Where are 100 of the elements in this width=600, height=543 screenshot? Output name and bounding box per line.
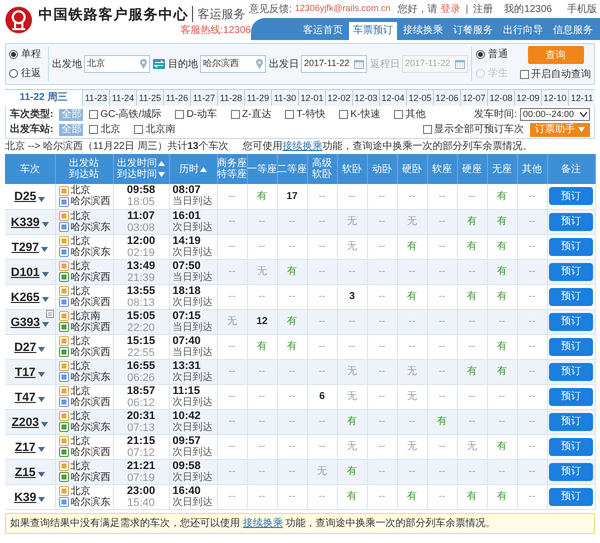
caret-icon[interactable] bbox=[38, 347, 46, 352]
train-number-link[interactable]: K39 bbox=[14, 488, 36, 506]
table-cell: -- bbox=[217, 284, 247, 309]
radio-option[interactable]: 普通 bbox=[476, 47, 511, 62]
mobile-link[interactable]: 手机版 bbox=[567, 2, 597, 16]
railway-logo bbox=[5, 5, 32, 35]
train-number-link[interactable]: T17 bbox=[14, 362, 36, 380]
book-button[interactable]: 预订 bbox=[549, 438, 593, 456]
date-tab[interactable]: 12-09 bbox=[514, 89, 541, 106]
checkbox-option[interactable]: T-特快 bbox=[285, 107, 326, 122]
checkbox-option[interactable]: GC-高铁/城际 bbox=[89, 107, 162, 122]
nav-tab[interactable]: 客运首页 bbox=[299, 22, 347, 40]
book-button[interactable]: 预订 bbox=[549, 312, 593, 330]
date-tab[interactable]: 11-27 bbox=[190, 89, 217, 106]
date-tab[interactable]: 12-04 bbox=[379, 89, 406, 106]
train-number-link[interactable]: D101 bbox=[10, 262, 40, 280]
train-number-link[interactable]: Z17 bbox=[14, 438, 36, 456]
date-tab[interactable]: 11-28 bbox=[217, 89, 244, 106]
date-tab[interactable]: 11-26 bbox=[163, 89, 190, 106]
transfer-link[interactable]: 接续换乘 bbox=[242, 518, 283, 528]
account-link[interactable]: 我的12306 bbox=[504, 2, 552, 16]
date-tab[interactable]: 12-11 bbox=[568, 89, 595, 106]
radio-option[interactable]: 往返 bbox=[9, 66, 48, 81]
date-tab[interactable]: 11-23 bbox=[82, 89, 109, 106]
checkbox-option[interactable]: K-快速 bbox=[339, 107, 380, 122]
date-tab[interactable]: 11-24 bbox=[109, 89, 136, 106]
date-field[interactable]: 2017-11-22 bbox=[301, 55, 367, 73]
nav-tab[interactable]: 出行向导 bbox=[499, 22, 547, 40]
departure-field[interactable]: 北京 bbox=[84, 55, 150, 73]
date-tab[interactable]: 12-03 bbox=[352, 89, 379, 106]
train-number-link[interactable]: Z15 bbox=[14, 462, 36, 480]
date-tab[interactable]: 11-29 bbox=[244, 89, 271, 106]
book-button[interactable]: 预订 bbox=[549, 187, 593, 206]
radio-option[interactable]: 单程 bbox=[9, 47, 48, 62]
book-button[interactable]: 预订 bbox=[549, 262, 593, 280]
train-number-link[interactable]: Z203 bbox=[12, 412, 39, 430]
book-button[interactable]: 预订 bbox=[549, 462, 593, 480]
caret-icon[interactable] bbox=[40, 247, 48, 252]
checkbox-option[interactable]: 显示全部可预订车次 bbox=[423, 122, 524, 137]
caret-icon[interactable] bbox=[38, 397, 45, 402]
train-number-link[interactable]: T47 bbox=[14, 388, 36, 406]
sort-up-icon[interactable] bbox=[158, 161, 165, 166]
origin-station-icon bbox=[58, 261, 68, 271]
date-tab[interactable]: 12-02 bbox=[325, 89, 352, 106]
book-button[interactable]: 预订 bbox=[549, 212, 593, 230]
date-tab[interactable]: 11-25 bbox=[136, 89, 163, 106]
book-button[interactable]: 预订 bbox=[549, 362, 593, 380]
train-number-link[interactable]: K265 bbox=[10, 288, 40, 306]
book-button[interactable]: 预订 bbox=[549, 288, 593, 306]
date-tab[interactable]: 12-08 bbox=[487, 89, 514, 106]
date-tab[interactable]: 12-06 bbox=[433, 89, 460, 106]
book-button[interactable]: 预订 bbox=[549, 412, 593, 430]
register-link[interactable]: 注册 bbox=[473, 2, 494, 16]
destination-field[interactable]: 哈尔滨西 bbox=[200, 55, 266, 73]
nav-tab[interactable]: 信息服务 bbox=[549, 22, 597, 40]
nav-tab[interactable]: 订餐服务 bbox=[449, 22, 497, 40]
book-button[interactable]: 预订 bbox=[549, 238, 593, 256]
time-select[interactable]: 00:00--24:00 bbox=[520, 108, 590, 121]
train-number-link[interactable]: K339 bbox=[10, 212, 40, 230]
table-cell: -- bbox=[367, 284, 397, 309]
train-number-link[interactable]: D25 bbox=[14, 187, 36, 206]
caret-icon[interactable] bbox=[38, 497, 46, 502]
caret-icon[interactable] bbox=[38, 447, 45, 452]
sort-down-icon[interactable] bbox=[158, 172, 165, 177]
date-tab[interactable]: 12-01 bbox=[298, 89, 325, 106]
sort-up-icon[interactable] bbox=[200, 166, 207, 172]
date-tab[interactable]: 12-07 bbox=[460, 89, 487, 106]
book-button[interactable]: 预订 bbox=[549, 388, 593, 406]
train-number-link[interactable]: G393 bbox=[10, 312, 40, 330]
nav-tab[interactable]: 车票预订 bbox=[349, 22, 397, 40]
email-link[interactable]: 12306yjfk@rails.com.cn bbox=[294, 2, 391, 16]
caret-icon[interactable] bbox=[42, 272, 49, 277]
book-button[interactable]: 预订 bbox=[549, 338, 593, 356]
table-cell: 12 bbox=[247, 309, 277, 334]
table-cell: 有 bbox=[487, 359, 517, 384]
checkbox-option[interactable]: 开启自动查询 bbox=[520, 67, 591, 82]
caret-icon[interactable] bbox=[42, 297, 49, 302]
checkbox-option[interactable]: D-动车 bbox=[175, 107, 218, 122]
nav-tab[interactable]: 接续换乘 bbox=[399, 22, 447, 40]
date-tab[interactable]: 11-30 bbox=[271, 89, 298, 106]
caret-icon[interactable] bbox=[38, 472, 45, 477]
arrival-day-text: 次日到达 bbox=[172, 246, 214, 258]
date-tab[interactable]: 11-22 周三 bbox=[5, 89, 82, 106]
swap-icon[interactable] bbox=[153, 59, 165, 69]
caret-icon[interactable] bbox=[38, 372, 45, 377]
checkbox-option[interactable]: 其他 bbox=[394, 107, 426, 122]
transfer-link[interactable]: 接续换乘 bbox=[282, 141, 322, 152]
date-tab[interactable]: 12-05 bbox=[406, 89, 433, 106]
checkbox-option[interactable]: Z-直达 bbox=[231, 107, 272, 122]
caret-icon[interactable] bbox=[42, 322, 49, 327]
caret-icon[interactable] bbox=[38, 196, 46, 202]
date-tab[interactable]: 12-10 bbox=[541, 89, 568, 106]
train-number-link[interactable]: T297 bbox=[12, 238, 39, 256]
login-link[interactable]: 登录 bbox=[440, 2, 461, 16]
caret-icon[interactable] bbox=[40, 422, 48, 427]
caret-icon[interactable] bbox=[42, 222, 49, 227]
book-button[interactable]: 预订 bbox=[549, 488, 593, 506]
checkbox-option[interactable]: 北京 bbox=[89, 122, 120, 137]
train-number-link[interactable]: D27 bbox=[14, 338, 36, 356]
checkbox-option[interactable]: 北京南 bbox=[134, 122, 176, 137]
